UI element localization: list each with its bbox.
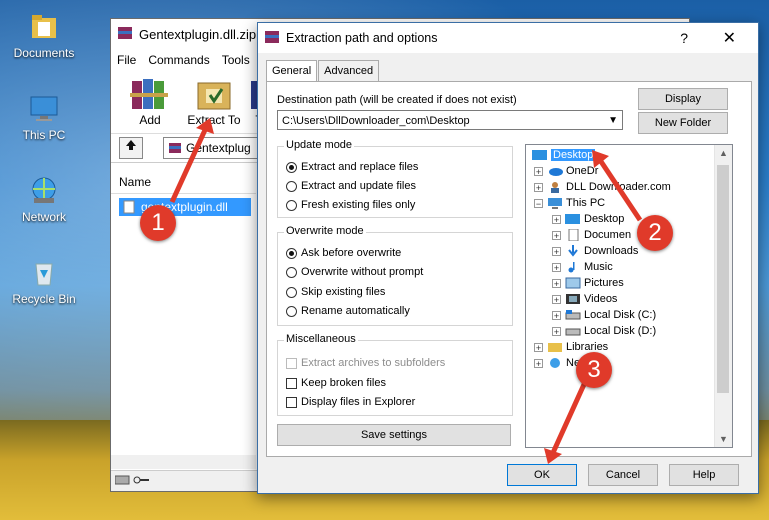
- annotation-badge-1: 1: [140, 205, 176, 241]
- annotation-badge-2: 2: [637, 215, 673, 251]
- annotation-badge-3: 3: [576, 352, 612, 388]
- annotation-arrows: [169, 118, 643, 464]
